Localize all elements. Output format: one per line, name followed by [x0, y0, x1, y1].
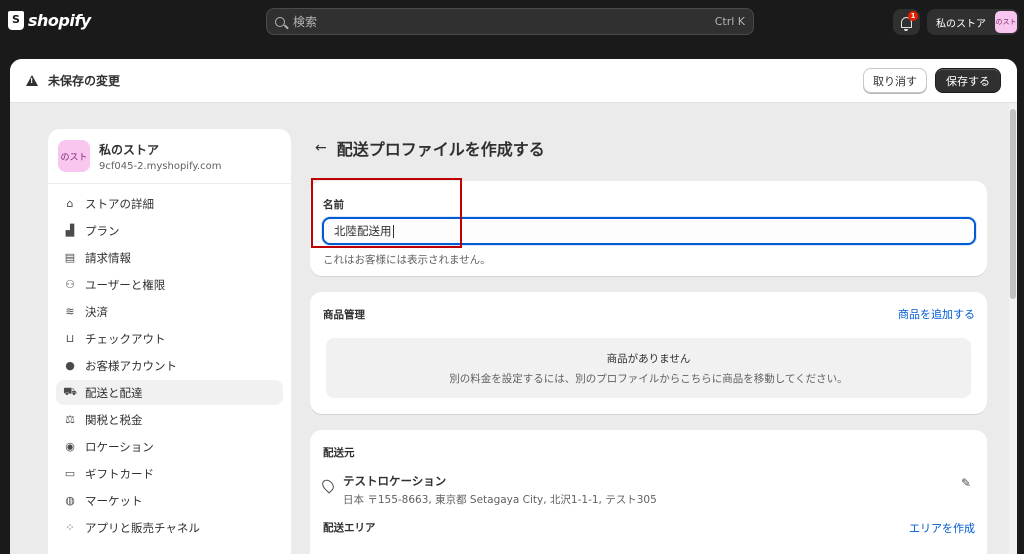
- store-url: 9cf045-2.myshopify.com: [99, 160, 222, 172]
- search-placeholder: 検索: [293, 15, 318, 29]
- truck-icon: ⛟: [63, 385, 77, 398]
- store-menu-button[interactable]: 私のストア のスト: [927, 9, 1019, 35]
- nav-item-label: プラン: [85, 223, 120, 238]
- scrollbar-thumb[interactable]: [1010, 109, 1016, 299]
- discard-button[interactable]: 取り消す: [863, 68, 927, 93]
- billing-icon: ▤: [64, 251, 76, 264]
- scrollbar[interactable]: [1009, 103, 1017, 554]
- nav-item-label: アプリと販売チャネル: [85, 520, 200, 535]
- shipping-area-title: 配送エリア: [323, 522, 376, 534]
- logo-text: shopify: [28, 11, 91, 30]
- origin-location: テストロケーション 日本 〒155-8663, 東京都 Setagaya Cit…: [319, 473, 657, 507]
- tax-icon: ⚖: [65, 413, 75, 426]
- settings-nav: のスト 私のストア 9cf045-2.myshopify.com ⌂ ストアの詳細…: [48, 129, 291, 554]
- empty-description: 別の料金を設定するには、別のプロファイルからこちらに商品を移動してください。: [449, 373, 848, 385]
- nav-item[interactable]: ⚇ ユーザーと権限: [56, 272, 283, 297]
- unsaved-changes-bar: 未保存の変更 取り消す 保存する: [10, 59, 1017, 103]
- create-area-link[interactable]: エリアを作成: [909, 520, 975, 536]
- nav-store-header[interactable]: のスト 私のストア 9cf045-2.myshopify.com: [48, 129, 291, 184]
- nav-item[interactable]: ● お客様アカウント: [56, 353, 283, 378]
- store-menu-label: 私のストア: [936, 18, 986, 30]
- store-name: 私のストア: [99, 142, 160, 157]
- store-avatar: のスト: [58, 140, 90, 172]
- origin-title: 配送元: [323, 447, 355, 459]
- nav-item[interactable]: ⊔ チェックアウト: [56, 326, 283, 351]
- nav-item-label: ロケーション: [85, 439, 154, 454]
- nav-item-label: お客様アカウント: [85, 358, 177, 373]
- save-button[interactable]: 保存する: [935, 68, 1001, 93]
- nav-item-label: 請求情報: [85, 250, 131, 265]
- plan-icon: ▟: [65, 224, 75, 237]
- warning-icon: [26, 75, 38, 86]
- highlight-annotation: [311, 178, 462, 248]
- name-help-text: これはお客様には表示されません。: [323, 254, 491, 266]
- search-shortcut: Ctrl K: [714, 15, 745, 28]
- empty-title: 商品がありません: [606, 353, 691, 365]
- nav-item-label: ユーザーと権限: [85, 277, 166, 292]
- nav-item[interactable]: ⌂ ストアの詳細: [56, 191, 283, 216]
- notification-badge: 1: [908, 11, 918, 21]
- nav-item[interactable]: ≋ 決済: [56, 299, 283, 324]
- nav-item[interactable]: ▤ 請求情報: [56, 245, 283, 270]
- store-icon: ⌂: [66, 197, 74, 210]
- nav-item[interactable]: ▟ プラン: [56, 218, 283, 243]
- page-header: ← 配送プロファイルを作成する: [315, 136, 545, 160]
- search-icon: [275, 16, 285, 27]
- person-icon: ●: [65, 359, 75, 372]
- add-products-link[interactable]: 商品を追加する: [898, 306, 975, 322]
- shopify-logo[interactable]: shopify: [8, 11, 91, 30]
- location-name: テストロケーション: [343, 474, 447, 488]
- unsaved-title: 未保存の変更: [48, 74, 121, 88]
- nav-item-label: チェックアウト: [85, 331, 166, 346]
- cart-icon: ⊔: [65, 332, 75, 345]
- globe-icon: ◍: [65, 494, 75, 507]
- nav-item-label: 決済: [85, 304, 108, 319]
- edit-pencil-icon[interactable]: ✎: [961, 476, 971, 490]
- products-empty-state: 商品がありません 別の料金を設定するには、別のプロファイルからこちらに商品を移動…: [326, 338, 971, 398]
- payments-icon: ≋: [65, 305, 75, 318]
- back-arrow-icon[interactable]: ←: [315, 140, 327, 156]
- nav-item[interactable]: ◍ マーケット: [56, 488, 283, 513]
- giftcard-icon: ▭: [64, 467, 76, 480]
- notifications-button[interactable]: 1: [893, 9, 920, 35]
- nav-item-label: ギフトカード: [85, 466, 154, 481]
- nav-item-label: ストアの詳細: [85, 196, 154, 211]
- page-title: 配送プロファイルを作成する: [336, 140, 545, 159]
- users-icon: ⚇: [65, 278, 75, 291]
- shopify-bag-icon: [8, 11, 24, 30]
- top-bar: shopify 検索 Ctrl K 1 私のストア のスト: [0, 0, 1024, 44]
- nav-item[interactable]: ⚖ 関税と税金: [56, 407, 283, 432]
- nav-item-label: 配送と配達: [85, 385, 143, 400]
- nav-item[interactable]: ◉ ロケーション: [56, 434, 283, 459]
- store-avatar: のスト: [995, 11, 1017, 33]
- search-bar[interactable]: 検索 Ctrl K: [266, 8, 754, 35]
- products-title: 商品管理: [323, 309, 365, 321]
- settings-surface: 未保存の変更 取り消す 保存する のスト 私のストア 9cf045-2.mysh…: [10, 59, 1017, 554]
- nav-list: ⌂ ストアの詳細 ▟ プラン ▤ 請求情報 ⚇ ユーザーと権限 ≋ 決済 ⊔ チェックアウト ● お客様ア…: [48, 184, 291, 540]
- nav-item[interactable]: ⁘ アプリと販売チャネル: [56, 515, 283, 540]
- products-card: 商品管理 商品を追加する 商品がありません 別の料金を設定するには、別のプロファ…: [310, 292, 987, 414]
- shipping-origin-card: 配送元 テストロケーション 日本 〒155-8663, 東京都 Setagaya…: [310, 430, 987, 554]
- nav-item[interactable]: ⛟ 配送と配達: [56, 380, 283, 405]
- apps-icon: ⁘: [65, 521, 75, 534]
- nav-item[interactable]: ▭ ギフトカード: [56, 461, 283, 486]
- location-icon: ◉: [65, 440, 75, 453]
- location-address: 日本 〒155-8663, 東京都 Setagaya City, 北沢1-1-1…: [343, 494, 657, 506]
- nav-item-label: マーケット: [85, 493, 143, 508]
- nav-item-label: 関税と税金: [85, 412, 143, 427]
- location-pin-icon: [319, 477, 337, 494]
